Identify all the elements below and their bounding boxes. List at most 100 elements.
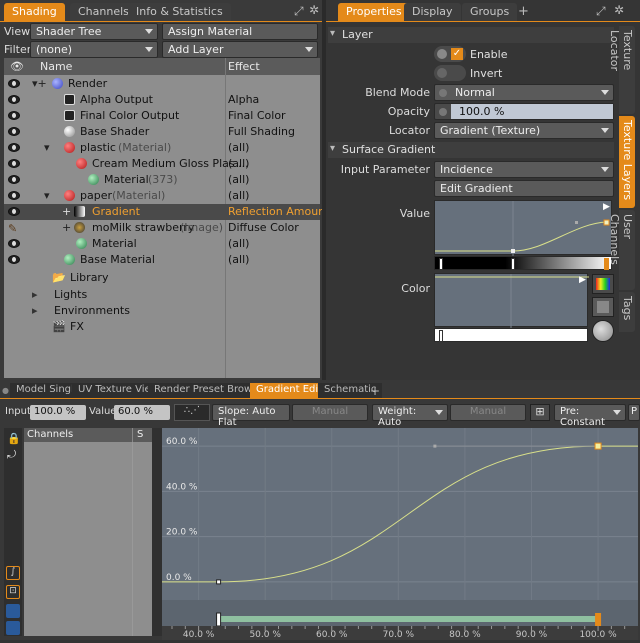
- tab-shading[interactable]: Shading: [4, 3, 65, 21]
- locator-dropdown[interactable]: Gradient (Texture): [434, 122, 614, 139]
- tree-row-material-373[interactable]: Material (373) (all): [4, 172, 320, 188]
- column-name[interactable]: Name: [40, 60, 72, 73]
- animate-icon[interactable]: [439, 89, 447, 97]
- filter-dropdown[interactable]: (none): [30, 41, 158, 58]
- side-tab-texture-layers[interactable]: Texture Layers: [619, 116, 635, 208]
- expand-icon[interactable]: ⤢: [294, 4, 308, 18]
- gear-icon[interactable]: ✲: [309, 3, 321, 17]
- tree-row-material[interactable]: Material (all): [4, 236, 320, 252]
- view-dropdown[interactable]: Shader Tree: [30, 23, 158, 40]
- gradient-key-mid[interactable]: [511, 258, 515, 270]
- tab-properties[interactable]: Properties: [338, 3, 410, 21]
- key-marker-start[interactable]: [216, 612, 222, 627]
- eye-icon[interactable]: [8, 95, 20, 104]
- tree-row-base-shader[interactable]: Base Shader Full Shading: [4, 124, 320, 140]
- value-field[interactable]: 60.0 %: [114, 405, 170, 420]
- surface-gradient-header[interactable]: ▾ Surface Gradient: [328, 142, 614, 158]
- tab-groups[interactable]: Groups: [462, 3, 518, 21]
- lock-icon[interactable]: 🔒: [7, 432, 21, 445]
- link-icon[interactable]: ⤾: [7, 448, 16, 462]
- eye-icon[interactable]: [8, 127, 20, 136]
- gear-icon[interactable]: ✲: [614, 3, 624, 17]
- eye-icon[interactable]: [8, 175, 20, 184]
- expand-icon[interactable]: +: [62, 221, 71, 234]
- post-behavior-dropdown[interactable]: P: [628, 404, 640, 421]
- splitter-handle[interactable]: [152, 428, 162, 636]
- play-icon[interactable]: ▶: [603, 202, 610, 212]
- value-gradient-bar[interactable]: [434, 256, 612, 270]
- key-strip[interactable]: [162, 600, 638, 626]
- sphere-preview-icon[interactable]: [592, 320, 614, 342]
- add-tab-button[interactable]: +: [370, 384, 380, 398]
- tree-row-plastic[interactable]: ▾ plastic (Material) (all): [4, 140, 320, 156]
- gradient-key-start[interactable]: [439, 330, 443, 342]
- side-tab-user-channels[interactable]: User Channels: [608, 210, 635, 290]
- key-settings-icon[interactable]: ⊞: [530, 404, 550, 421]
- animate-icon[interactable]: [439, 108, 447, 116]
- gradient-key-start[interactable]: [439, 258, 443, 270]
- eye-icon[interactable]: [8, 255, 20, 264]
- enable-toggle[interactable]: ✓: [434, 46, 466, 62]
- value-gradient-graph[interactable]: ▶: [434, 200, 612, 256]
- color-gradient-graph[interactable]: ▶: [434, 273, 589, 328]
- layer-section-header[interactable]: ▾ Layer: [328, 27, 614, 43]
- eye-icon[interactable]: [8, 143, 20, 152]
- side-tab-texture-locator[interactable]: Texture Locator: [608, 26, 635, 114]
- expand-icon[interactable]: ⤢: [596, 4, 606, 19]
- gradient-graph[interactable]: 60.0 % 40.0 % 20.0 % 0.0 % 40.0 % 50.0 % 60.0 …: [162, 428, 638, 640]
- frame-all-icon[interactable]: [6, 604, 20, 618]
- tangent-handle[interactable]: [433, 444, 437, 448]
- tree-row-base-material[interactable]: Base Material (all): [4, 252, 320, 268]
- weight-dropdown[interactable]: Weight: Auto: [372, 404, 448, 428]
- column-effect[interactable]: Effect: [228, 60, 260, 73]
- expand-arrow-icon[interactable]: ▸: [32, 304, 38, 317]
- add-tab-button[interactable]: +: [518, 4, 529, 19]
- tree-row-gradient[interactable]: + Gradient Reflection Amount: [4, 204, 329, 220]
- tree-row-paper[interactable]: ▾ paper (Material) (all): [4, 188, 320, 204]
- eye-icon[interactable]: [8, 191, 20, 200]
- expand-arrow-icon[interactable]: ▸: [32, 288, 38, 301]
- opacity-slider[interactable]: 100.0 %: [434, 103, 614, 120]
- eye-icon[interactable]: [8, 79, 20, 88]
- assign-material-button[interactable]: Assign Material: [162, 23, 318, 40]
- color-gradient-bar[interactable]: [434, 328, 588, 342]
- channels-list[interactable]: Channels S: [24, 428, 152, 636]
- tree-row-library[interactable]: 📂 Library: [4, 270, 320, 286]
- collapse-icon[interactable]: ▾: [44, 189, 50, 202]
- tab-display[interactable]: Display: [404, 3, 461, 21]
- tree-row-environments[interactable]: ▸ Environments: [4, 303, 320, 319]
- play-icon[interactable]: ▶: [579, 275, 586, 285]
- graph-canvas[interactable]: 60.0 % 40.0 % 20.0 % 0.0 % 40.0 % 50.0 % 60.0 …: [162, 428, 638, 640]
- tree-row-fx[interactable]: 🎬 FX: [4, 319, 320, 335]
- manual-weight-field[interactable]: Manual: [450, 404, 526, 421]
- slope-dropdown[interactable]: Slope: Auto Flat: [212, 404, 290, 428]
- manual-slope-field[interactable]: Manual: [292, 404, 368, 421]
- frame-selected-icon[interactable]: [6, 621, 20, 635]
- brush-icon[interactable]: ✎: [8, 222, 17, 235]
- tab-channels[interactable]: Channels: [70, 3, 137, 21]
- tree-row-cream-medium-gloss[interactable]: Cream Medium Gloss Plas ... (all): [4, 156, 320, 172]
- tree-row-alpha-output[interactable]: Alpha Output Alpha: [4, 92, 320, 108]
- data-point[interactable]: [594, 442, 602, 450]
- blend-mode-dropdown[interactable]: Normal: [434, 84, 614, 101]
- eye-icon[interactable]: [8, 111, 20, 120]
- expand-icon[interactable]: +: [62, 205, 71, 218]
- auto-fit-icon[interactable]: ⊡: [6, 585, 20, 599]
- tree-row-render[interactable]: ▾+ Render: [4, 76, 320, 92]
- input-parameter-dropdown[interactable]: Incidence: [434, 161, 614, 178]
- eye-icon[interactable]: [8, 159, 20, 168]
- curve-fit-icon[interactable]: ∴⋰: [174, 404, 210, 421]
- tree-row-lights[interactable]: ▸ Lights: [4, 287, 320, 303]
- input-value-field[interactable]: 100.0 %: [30, 405, 86, 420]
- panel-divider[interactable]: [322, 0, 326, 380]
- collapse-icon[interactable]: ▾: [44, 141, 50, 154]
- invert-toggle[interactable]: [434, 65, 466, 81]
- data-point[interactable]: [216, 579, 222, 585]
- key-marker-end[interactable]: [595, 613, 602, 626]
- add-layer-dropdown[interactable]: Add Layer: [162, 41, 318, 58]
- side-tab-tags[interactable]: Tags: [619, 292, 635, 332]
- eye-icon[interactable]: [8, 207, 20, 216]
- pre-behavior-dropdown[interactable]: Pre: Constant: [554, 404, 626, 428]
- edit-gradient-button[interactable]: Edit Gradient: [434, 180, 614, 197]
- tab-info-statistics[interactable]: Info & Statistics: [128, 3, 231, 21]
